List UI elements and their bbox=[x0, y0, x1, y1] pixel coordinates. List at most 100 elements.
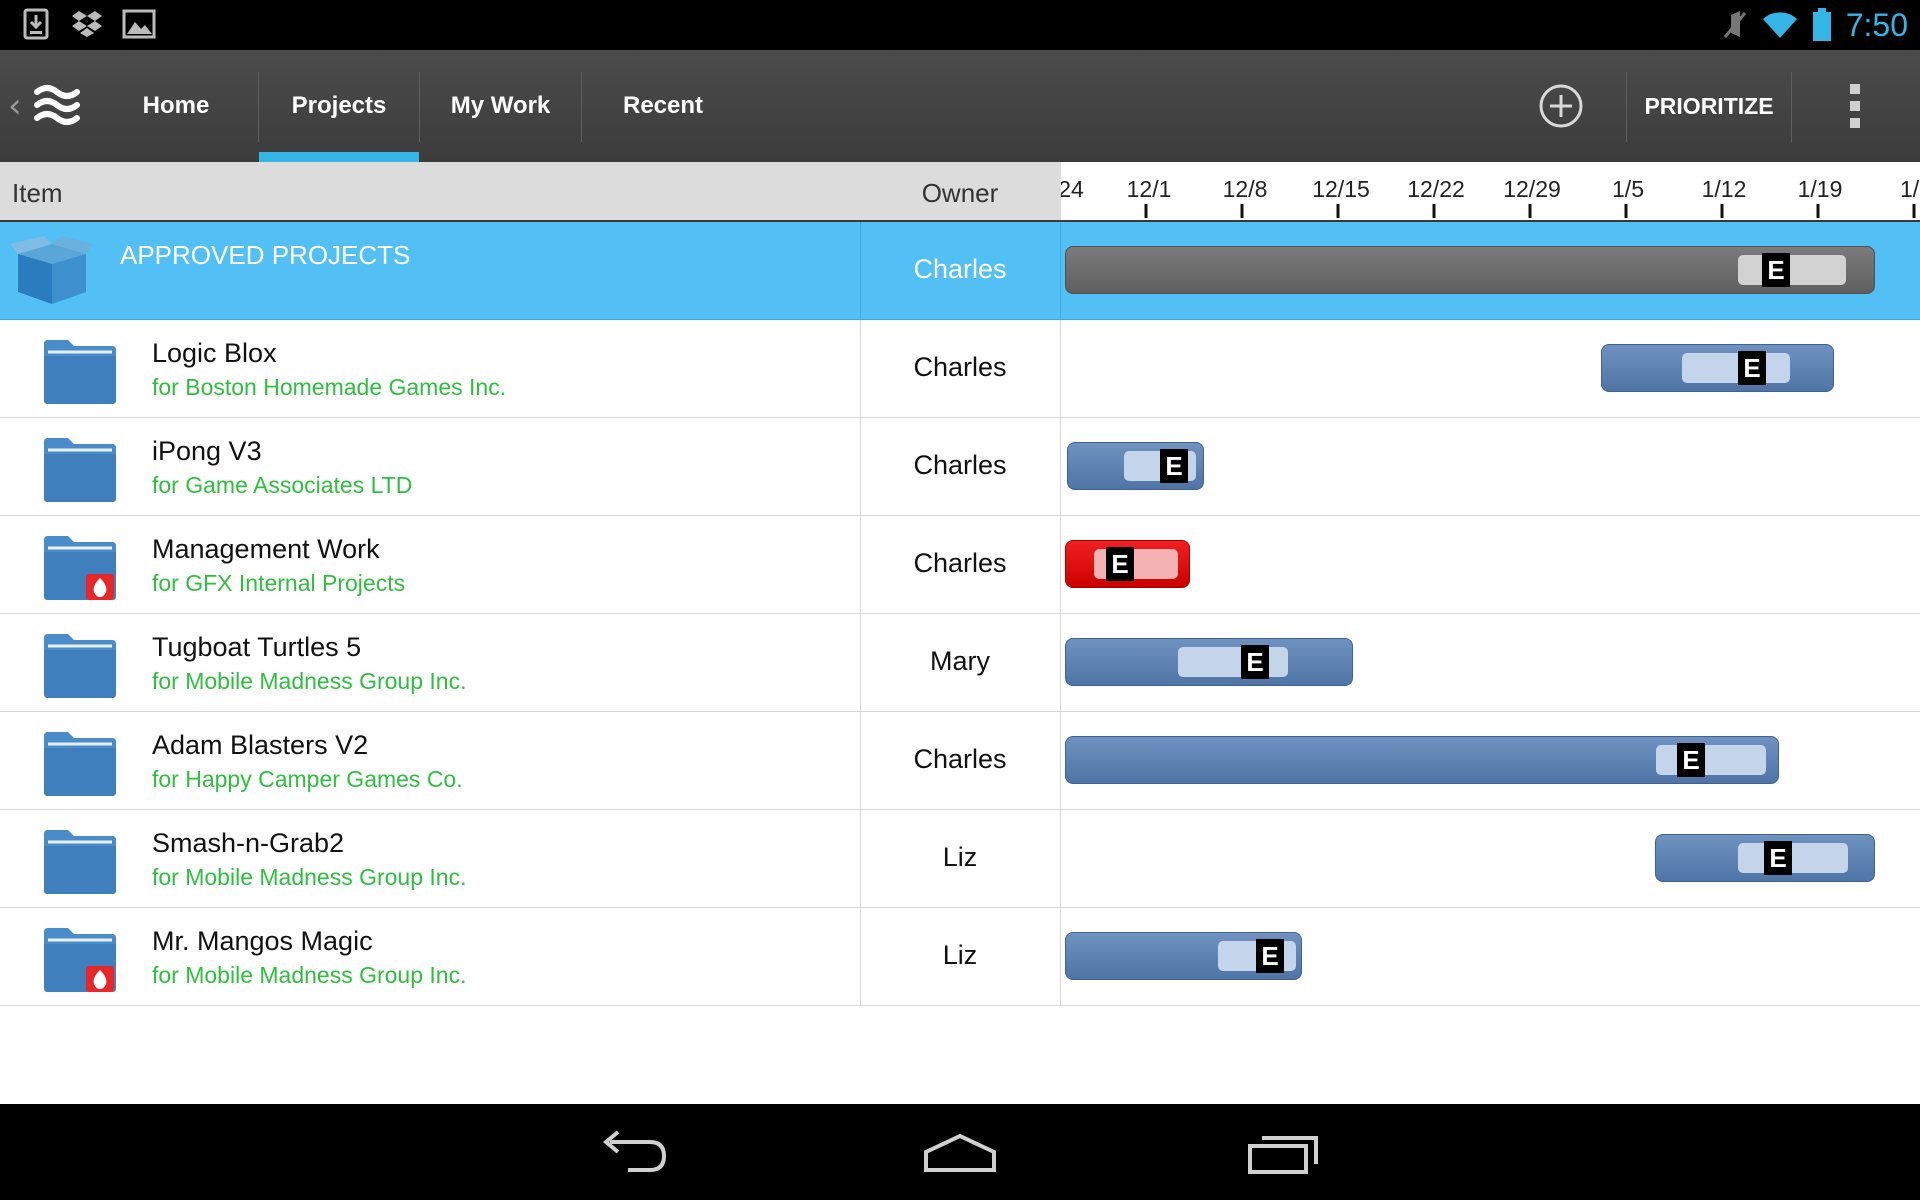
project-title: Logic Blox bbox=[152, 338, 277, 368]
timeline-tick bbox=[1624, 204, 1628, 218]
project-title: iPong V3 bbox=[152, 436, 262, 466]
navigation-bar bbox=[0, 1104, 1920, 1200]
end-marker: E bbox=[1738, 351, 1766, 385]
tab-label: My Work bbox=[450, 92, 551, 119]
gallery-icon bbox=[122, 9, 156, 39]
timeline-tick-label: 1/19 bbox=[1797, 176, 1843, 202]
project-row[interactable]: Logic Blox for Boston Homemade Games Inc… bbox=[0, 320, 1920, 418]
folder-alert-icon bbox=[44, 928, 116, 992]
prioritize-label: PRIORITIZE bbox=[1644, 92, 1774, 119]
back-icon[interactable] bbox=[596, 1126, 676, 1180]
project-row[interactable]: Adam Blasters V2 for Happy Camper Games … bbox=[0, 712, 1920, 810]
timeline-tick-label: 12/15 bbox=[1312, 176, 1370, 202]
project-row[interactable]: Mr. Mangos Magic for Mobile Madness Grou… bbox=[0, 908, 1920, 1006]
gantt-bar[interactable]: E bbox=[1655, 834, 1875, 882]
project-client: for Mobile Madness Group Inc. bbox=[152, 962, 467, 988]
gantt-bar[interactable]: E bbox=[1065, 246, 1875, 294]
gantt-bar[interactable]: E bbox=[1067, 442, 1204, 490]
timeline-tick bbox=[1528, 204, 1532, 218]
group-title: APPROVED PROJECTS bbox=[120, 240, 411, 270]
box-icon bbox=[10, 236, 94, 304]
owner-cell: Charles bbox=[913, 744, 1007, 774]
gantt-progress bbox=[1656, 745, 1766, 775]
project-title: Mr. Mangos Magic bbox=[152, 926, 373, 956]
timeline-tick-label: 12/22 bbox=[1407, 176, 1465, 202]
tab-recent[interactable]: Recent bbox=[582, 50, 744, 162]
gantt-bar[interactable]: E bbox=[1065, 932, 1302, 980]
owner-cell: Charles bbox=[913, 548, 1007, 578]
action-bar: ‹ Home Projects My Work Recent PRIORITIZ… bbox=[0, 50, 1920, 162]
gantt-bar[interactable]: E bbox=[1065, 638, 1353, 686]
back-chevron-icon[interactable]: ‹ bbox=[8, 86, 22, 126]
timeline-tick bbox=[1720, 204, 1724, 218]
column-header: Item Owner 24 12/1 12/8 12/15 12/22 12/2… bbox=[0, 162, 1920, 222]
timeline-tick bbox=[1432, 204, 1436, 218]
gantt-bar[interactable]: E bbox=[1065, 540, 1190, 588]
tab-home[interactable]: Home bbox=[96, 50, 256, 162]
project-client: for Boston Homemade Games Inc. bbox=[152, 374, 507, 400]
end-marker: E bbox=[1106, 547, 1134, 581]
project-client: for Game Associates LTD bbox=[152, 472, 413, 498]
project-client: for GFX Internal Projects bbox=[152, 570, 406, 596]
overflow-menu-icon[interactable] bbox=[1848, 84, 1862, 128]
project-row[interactable]: Smash-n-Grab2 for Mobile Madness Group I… bbox=[0, 810, 1920, 908]
project-row[interactable]: Management Work for GFX Internal Project… bbox=[0, 516, 1920, 614]
project-client: for Happy Camper Games Co. bbox=[152, 766, 463, 792]
folder-icon bbox=[44, 340, 116, 404]
folder-icon bbox=[44, 830, 116, 894]
tab-my-work[interactable]: My Work bbox=[420, 50, 581, 162]
gantt-progress bbox=[1738, 843, 1848, 873]
timeline-tick-label: 12/1 bbox=[1126, 176, 1172, 202]
project-title: Smash-n-Grab2 bbox=[152, 828, 345, 858]
owner-column-header[interactable]: Owner bbox=[860, 178, 1060, 209]
timeline-tick-label: 12/29 bbox=[1503, 176, 1561, 202]
folder-icon bbox=[44, 634, 116, 698]
gantt-progress bbox=[1178, 647, 1288, 677]
gantt-progress bbox=[1682, 353, 1790, 383]
item-column-header[interactable]: Item bbox=[12, 178, 63, 209]
timeline-tick-label: 12/8 bbox=[1222, 176, 1268, 202]
project-title: Tugboat Turtles 5 bbox=[152, 632, 362, 662]
column-divider bbox=[1060, 908, 1061, 1005]
timeline-tick-label: 24 bbox=[1061, 176, 1084, 202]
end-marker: E bbox=[1677, 743, 1705, 777]
end-marker: E bbox=[1256, 939, 1284, 973]
project-row[interactable]: Tugboat Turtles 5 for Mobile Madness Gro… bbox=[0, 614, 1920, 712]
home-icon[interactable] bbox=[920, 1126, 1000, 1180]
owner-cell: Liz bbox=[942, 842, 978, 872]
gantt-bar[interactable]: E bbox=[1601, 344, 1834, 392]
owner-cell: Liz bbox=[942, 940, 978, 970]
column-divider bbox=[1060, 516, 1061, 613]
add-circle-icon[interactable] bbox=[1538, 83, 1584, 129]
timeline-tick bbox=[1816, 204, 1820, 218]
column-divider bbox=[1060, 712, 1061, 809]
timeline-tick-label: 1/2 bbox=[1900, 176, 1920, 202]
timeline-header[interactable]: 24 12/1 12/8 12/15 12/22 12/29 1/5 1/12 … bbox=[1061, 162, 1920, 220]
gantt-bar[interactable]: E bbox=[1065, 736, 1779, 784]
timeline-tick bbox=[1144, 204, 1148, 218]
project-client: for Mobile Madness Group Inc. bbox=[152, 864, 467, 890]
tab-label: Projects bbox=[291, 92, 387, 119]
project-title: Management Work bbox=[152, 534, 380, 564]
dropbox-icon bbox=[72, 11, 102, 37]
column-divider bbox=[1060, 614, 1061, 711]
end-marker: E bbox=[1762, 253, 1790, 287]
recent-apps-icon[interactable] bbox=[1244, 1126, 1324, 1180]
prioritize-button[interactable]: PRIORITIZE bbox=[1628, 50, 1790, 162]
owner-cell: Mary bbox=[930, 646, 990, 676]
column-divider bbox=[1060, 222, 1061, 319]
mute-icon bbox=[1723, 11, 1746, 38]
timeline-tick bbox=[1336, 204, 1340, 218]
project-client: for Mobile Madness Group Inc. bbox=[152, 668, 467, 694]
owner-cell: Charles bbox=[913, 254, 1007, 284]
status-bar: 7:50 bbox=[0, 0, 1920, 50]
timeline-tick-label: 1/5 bbox=[1612, 176, 1644, 202]
owner-cell: Charles bbox=[913, 450, 1007, 480]
project-row[interactable]: iPong V3 for Game Associates LTD Charles… bbox=[0, 418, 1920, 516]
action-divider bbox=[1791, 72, 1792, 142]
group-row[interactable]: APPROVED PROJECTS Charles E bbox=[0, 222, 1920, 320]
action-divider bbox=[1626, 72, 1627, 142]
app-logo-icon[interactable] bbox=[34, 82, 82, 128]
owner-cell: Charles bbox=[913, 352, 1007, 382]
tab-projects[interactable]: Projects bbox=[259, 50, 419, 162]
